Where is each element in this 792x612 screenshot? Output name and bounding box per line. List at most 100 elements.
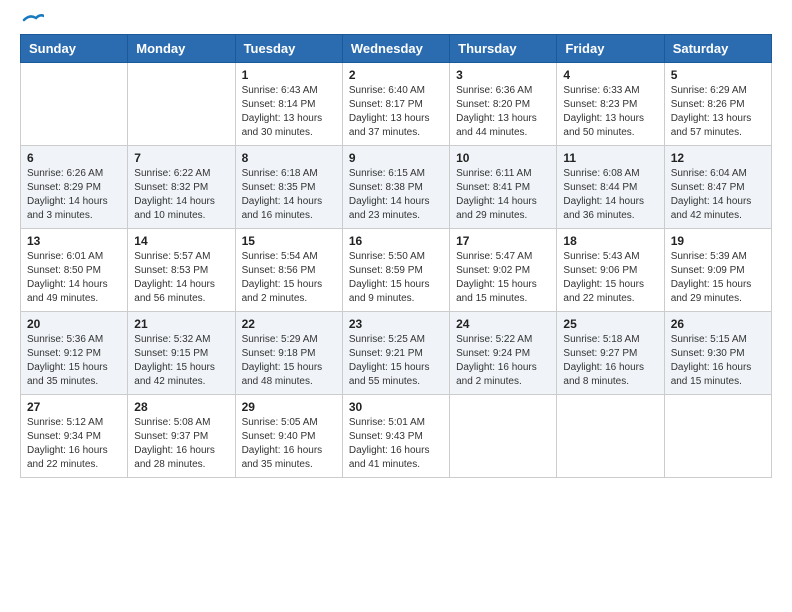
day-number: 15 (242, 234, 336, 248)
day-number: 13 (27, 234, 121, 248)
calendar-cell: 15 Sunrise: 5:54 AMSunset: 8:56 PMDayligh… (235, 229, 342, 312)
day-number: 22 (242, 317, 336, 331)
calendar-cell: 17 Sunrise: 5:47 AMSunset: 9:02 PMDayligh… (450, 229, 557, 312)
logo (20, 20, 44, 24)
calendar-cell (664, 395, 771, 478)
weekday-header-saturday: Saturday (664, 35, 771, 63)
day-info: Sunrise: 6:18 AMSunset: 8:35 PMDaylight:… (242, 167, 336, 223)
day-number: 1 (242, 68, 336, 82)
day-info: Sunrise: 5:57 AMSunset: 8:53 PMDaylight:… (134, 250, 228, 306)
calendar-cell (21, 63, 128, 146)
calendar-cell: 24 Sunrise: 5:22 AMSunset: 9:24 PMDayligh… (450, 312, 557, 395)
day-info: Sunrise: 5:22 AMSunset: 9:24 PMDaylight:… (456, 333, 550, 389)
day-number: 12 (671, 151, 765, 165)
calendar-cell: 8 Sunrise: 6:18 AMSunset: 8:35 PMDaylight… (235, 146, 342, 229)
day-number: 6 (27, 151, 121, 165)
calendar-cell (128, 63, 235, 146)
calendar-cell: 30Sunrise: 5:01 AMSunset: 9:43 PMDayligh… (342, 395, 449, 478)
calendar-cell: 25 Sunrise: 5:18 AMSunset: 9:27 PMDayligh… (557, 312, 664, 395)
calendar-week-1: 1 Sunrise: 6:43 AMSunset: 8:14 PMDaylight… (21, 63, 772, 146)
day-info: Sunrise: 5:12 AMSunset: 9:34 PMDaylight:… (27, 416, 121, 472)
day-info: Sunrise: 6:33 AMSunset: 8:23 PMDaylight:… (563, 84, 657, 140)
day-info: Sunrise: 5:15 AMSunset: 9:30 PMDaylight:… (671, 333, 765, 389)
calendar-header: SundayMondayTuesdayWednesdayThursdayFrid… (21, 35, 772, 63)
day-info: Sunrise: 6:26 AMSunset: 8:29 PMDaylight:… (27, 167, 121, 223)
calendar-cell: 28 Sunrise: 5:08 AMSunset: 9:37 PMDayligh… (128, 395, 235, 478)
day-number: 5 (671, 68, 765, 82)
day-number: 9 (349, 151, 443, 165)
day-number: 26 (671, 317, 765, 331)
calendar-cell: 14Sunrise: 5:57 AMSunset: 8:53 PMDayligh… (128, 229, 235, 312)
weekday-header-monday: Monday (128, 35, 235, 63)
day-number: 23 (349, 317, 443, 331)
calendar-cell: 19 Sunrise: 5:39 AMSunset: 9:09 PMDayligh… (664, 229, 771, 312)
day-number: 20 (27, 317, 121, 331)
calendar-cell: 18Sunrise: 5:43 AMSunset: 9:06 PMDayligh… (557, 229, 664, 312)
day-number: 17 (456, 234, 550, 248)
day-number: 10 (456, 151, 550, 165)
day-number: 24 (456, 317, 550, 331)
calendar-cell: 29 Sunrise: 5:05 AMSunset: 9:40 PMDayligh… (235, 395, 342, 478)
day-number: 27 (27, 400, 121, 414)
day-info: Sunrise: 5:18 AMSunset: 9:27 PMDaylight:… (563, 333, 657, 389)
day-info: Sunrise: 5:29 AMSunset: 9:18 PMDaylight:… (242, 333, 336, 389)
day-number: 30 (349, 400, 443, 414)
calendar-cell: 10 Sunrise: 6:11 AMSunset: 8:41 PMDayligh… (450, 146, 557, 229)
day-info: Sunrise: 5:32 AMSunset: 9:15 PMDaylight:… (134, 333, 228, 389)
calendar-table: SundayMondayTuesdayWednesdayThursdayFrid… (20, 34, 772, 478)
calendar-cell: 4 Sunrise: 6:33 AMSunset: 8:23 PMDaylight… (557, 63, 664, 146)
calendar-cell: 2 Sunrise: 6:40 AMSunset: 8:17 PMDaylight… (342, 63, 449, 146)
day-info: Sunrise: 6:40 AMSunset: 8:17 PMDaylight:… (349, 84, 443, 140)
calendar-cell: 20 Sunrise: 5:36 AMSunset: 9:12 PMDayligh… (21, 312, 128, 395)
weekday-header-row: SundayMondayTuesdayWednesdayThursdayFrid… (21, 35, 772, 63)
calendar-week-2: 6 Sunrise: 6:26 AMSunset: 8:29 PMDaylight… (21, 146, 772, 229)
day-info: Sunrise: 5:08 AMSunset: 9:37 PMDaylight:… (134, 416, 228, 472)
day-number: 18 (563, 234, 657, 248)
day-info: Sunrise: 5:25 AMSunset: 9:21 PMDaylight:… (349, 333, 443, 389)
calendar-cell: 3Sunrise: 6:36 AMSunset: 8:20 PMDaylight… (450, 63, 557, 146)
day-info: Sunrise: 6:22 AMSunset: 8:32 PMDaylight:… (134, 167, 228, 223)
calendar-cell: 22 Sunrise: 5:29 AMSunset: 9:18 PMDayligh… (235, 312, 342, 395)
calendar-cell: 12 Sunrise: 6:04 AMSunset: 8:47 PMDayligh… (664, 146, 771, 229)
calendar-cell: 11Sunrise: 6:08 AMSunset: 8:44 PMDayligh… (557, 146, 664, 229)
calendar-cell: 6 Sunrise: 6:26 AMSunset: 8:29 PMDaylight… (21, 146, 128, 229)
day-number: 28 (134, 400, 228, 414)
calendar-cell: 9 Sunrise: 6:15 AMSunset: 8:38 PMDaylight… (342, 146, 449, 229)
logo-bird-icon (22, 12, 44, 28)
calendar-cell: 13Sunrise: 6:01 AMSunset: 8:50 PMDayligh… (21, 229, 128, 312)
calendar-cell: 1 Sunrise: 6:43 AMSunset: 8:14 PMDaylight… (235, 63, 342, 146)
day-info: Sunrise: 5:47 AMSunset: 9:02 PMDaylight:… (456, 250, 550, 306)
day-number: 19 (671, 234, 765, 248)
weekday-header-tuesday: Tuesday (235, 35, 342, 63)
calendar-week-5: 27 Sunrise: 5:12 AMSunset: 9:34 PMDayligh… (21, 395, 772, 478)
day-info: Sunrise: 5:39 AMSunset: 9:09 PMDaylight:… (671, 250, 765, 306)
day-number: 25 (563, 317, 657, 331)
calendar-week-3: 13Sunrise: 6:01 AMSunset: 8:50 PMDayligh… (21, 229, 772, 312)
day-info: Sunrise: 6:11 AMSunset: 8:41 PMDaylight:… (456, 167, 550, 223)
day-number: 21 (134, 317, 228, 331)
calendar-cell: 16Sunrise: 5:50 AMSunset: 8:59 PMDayligh… (342, 229, 449, 312)
day-number: 4 (563, 68, 657, 82)
calendar-body: 1 Sunrise: 6:43 AMSunset: 8:14 PMDaylight… (21, 63, 772, 478)
calendar-cell (450, 395, 557, 478)
day-info: Sunrise: 5:54 AMSunset: 8:56 PMDaylight:… (242, 250, 336, 306)
day-number: 7 (134, 151, 228, 165)
weekday-header-sunday: Sunday (21, 35, 128, 63)
day-info: Sunrise: 6:43 AMSunset: 8:14 PMDaylight:… (242, 84, 336, 140)
day-info: Sunrise: 5:36 AMSunset: 9:12 PMDaylight:… (27, 333, 121, 389)
day-info: Sunrise: 6:08 AMSunset: 8:44 PMDaylight:… (563, 167, 657, 223)
header (20, 20, 772, 24)
calendar-cell: 5 Sunrise: 6:29 AMSunset: 8:26 PMDaylight… (664, 63, 771, 146)
day-number: 3 (456, 68, 550, 82)
day-number: 8 (242, 151, 336, 165)
calendar-cell: 27 Sunrise: 5:12 AMSunset: 9:34 PMDayligh… (21, 395, 128, 478)
day-info: Sunrise: 6:29 AMSunset: 8:26 PMDaylight:… (671, 84, 765, 140)
day-info: Sunrise: 6:15 AMSunset: 8:38 PMDaylight:… (349, 167, 443, 223)
day-number: 16 (349, 234, 443, 248)
calendar-week-4: 20 Sunrise: 5:36 AMSunset: 9:12 PMDayligh… (21, 312, 772, 395)
day-number: 29 (242, 400, 336, 414)
day-number: 2 (349, 68, 443, 82)
day-info: Sunrise: 5:05 AMSunset: 9:40 PMDaylight:… (242, 416, 336, 472)
day-info: Sunrise: 6:04 AMSunset: 8:47 PMDaylight:… (671, 167, 765, 223)
calendar-cell (557, 395, 664, 478)
